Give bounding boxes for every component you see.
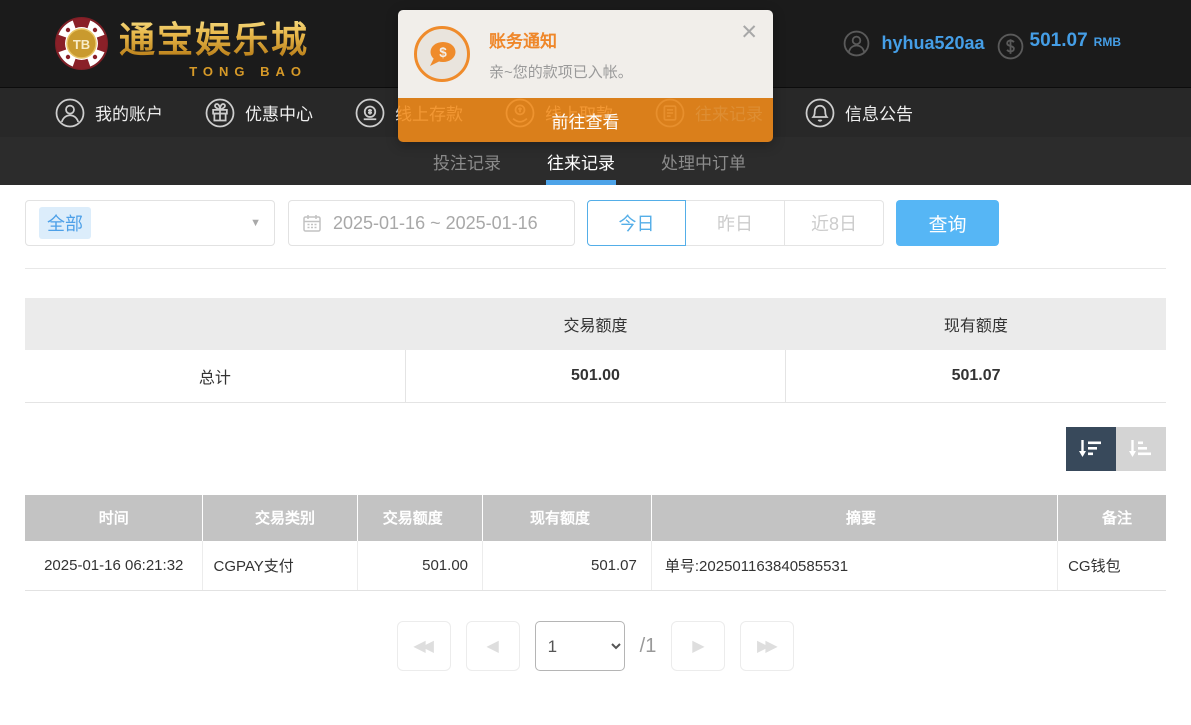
col-header-memo: 摘要 <box>651 495 1057 541</box>
record-tabs: 投注记录 往来记录 处理中订单 <box>0 137 1191 185</box>
summary-header-empty <box>25 298 405 350</box>
bell-icon <box>805 98 835 128</box>
next-page-button[interactable]: ▶ <box>671 621 725 671</box>
prev-page-button[interactable]: ◀ <box>466 621 520 671</box>
site-logo[interactable]: TB 通宝娱乐城 TONG BAO <box>54 11 309 77</box>
col-header-note: 备注 <box>1058 495 1166 541</box>
balance-value: 501.07 <box>1030 30 1088 52</box>
logo-text: 通宝娱乐城 TONG BAO <box>119 11 309 77</box>
page-total-label: /1 <box>640 635 657 658</box>
summary-trade-amount: 501.00 <box>405 350 785 402</box>
cell-memo: 单号:202501163840585531 <box>651 541 1057 591</box>
sort-controls <box>25 427 1166 471</box>
summary-total-row: 总计 501.00 501.07 <box>25 350 1166 402</box>
summary-header-row: 交易额度 现有额度 <box>25 298 1166 350</box>
col-header-amount: 交易额度 <box>357 495 483 541</box>
close-icon[interactable]: ✕ <box>740 22 758 43</box>
query-button[interactable]: 查询 <box>896 200 999 246</box>
table-row: 2025-01-16 06:21:32 CGPAY支付 501.00 501.0… <box>25 541 1166 591</box>
cell-note: CG钱包 <box>1058 541 1166 591</box>
money-message-icon: $ <box>414 26 470 82</box>
col-header-time: 时间 <box>25 495 203 541</box>
logo-title: 通宝娱乐城 <box>119 11 309 63</box>
cell-type: CGPAY支付 <box>203 541 357 591</box>
date-range-value: 2025-01-16 ~ 2025-01-16 <box>333 213 538 234</box>
deposit-icon <box>355 98 385 128</box>
nav-label: 优惠中心 <box>245 100 313 125</box>
notification-action-button[interactable]: 前往查看 <box>398 98 773 142</box>
nav-label: 我的账户 <box>95 100 163 125</box>
content-area: 全部 ▼ 2025-01-16 ~ 2025-01-16 今日 昨日 近8日 查… <box>0 200 1191 671</box>
last-page-button[interactable]: ▶▶ <box>740 621 794 671</box>
chevron-down-icon: ▼ <box>250 217 261 229</box>
notification-popup: $ 账务通知 亲~您的款项已入帐。 ✕ 前往查看 <box>398 10 773 142</box>
dollar-bubble-icon: $ <box>426 39 458 69</box>
date-range-input[interactable]: 2025-01-16 ~ 2025-01-16 <box>288 200 575 246</box>
logo-subtitle: TONG BAO <box>189 64 307 79</box>
notification-title: 账务通知 <box>489 27 633 52</box>
user-icon <box>843 30 870 57</box>
filter-row: 全部 ▼ 2025-01-16 ~ 2025-01-16 今日 昨日 近8日 查… <box>25 200 1166 246</box>
poker-chip-icon: TB <box>54 16 109 71</box>
cell-amount: 501.00 <box>357 541 483 591</box>
summary-current-amount: 501.07 <box>786 350 1166 402</box>
page: TB 通宝娱乐城 TONG BAO hyhua520aa 501.07 <box>0 0 1191 725</box>
balance-area[interactable]: 501.07 RMB <box>997 30 1121 57</box>
quick-date-group: 今日 昨日 近8日 <box>587 200 884 246</box>
gift-icon <box>205 98 235 128</box>
user-account[interactable]: hyhua520aa <box>843 30 984 57</box>
cell-balance: 501.07 <box>483 541 652 591</box>
pagination: ◀◀ ◀ 1 /1 ▶ ▶▶ <box>25 621 1166 671</box>
tab-pending-orders[interactable]: 处理中订单 <box>660 137 747 185</box>
notification-text: 账务通知 亲~您的款项已入帐。 <box>489 27 633 82</box>
type-select[interactable]: 全部 ▼ <box>25 200 275 246</box>
tab-bet-records[interactable]: 投注记录 <box>432 137 502 185</box>
summary-header-current: 现有额度 <box>786 298 1166 350</box>
first-page-button[interactable]: ◀◀ <box>397 621 451 671</box>
nav-item-promotions[interactable]: 优惠中心 <box>205 98 313 128</box>
col-header-type: 交易类别 <box>203 495 357 541</box>
summary-header-trade: 交易额度 <box>405 298 785 350</box>
user-area: hyhua520aa 501.07 RMB <box>843 30 1121 57</box>
summary-total-label: 总计 <box>25 350 405 402</box>
notification-message: 亲~您的款项已入帐。 <box>489 61 633 82</box>
user-icon <box>55 98 85 128</box>
records-header-row: 时间 交易类别 交易额度 现有额度 摘要 备注 <box>25 495 1166 541</box>
svg-text:$: $ <box>439 45 447 60</box>
tab-transaction-records[interactable]: 往来记录 <box>546 137 616 185</box>
sort-descending-button[interactable] <box>1066 427 1116 471</box>
sort-asc-icon <box>1128 437 1154 461</box>
type-select-value: 全部 <box>39 207 91 239</box>
sort-desc-icon <box>1078 437 1104 461</box>
svg-text:TB: TB <box>73 37 90 52</box>
calendar-icon <box>302 213 322 233</box>
sort-ascending-button[interactable] <box>1116 427 1166 471</box>
page-select[interactable]: 1 <box>535 621 625 671</box>
cell-time: 2025-01-16 06:21:32 <box>25 541 203 591</box>
quick-btn-today[interactable]: 今日 <box>587 200 686 246</box>
dollar-coin-icon <box>997 33 1024 60</box>
quick-btn-last8days[interactable]: 近8日 <box>785 200 884 246</box>
notification-body: $ 账务通知 亲~您的款项已入帐。 ✕ <box>398 10 773 98</box>
nav-item-announcements[interactable]: 信息公告 <box>805 98 913 128</box>
records-table: 时间 交易类别 交易额度 现有额度 摘要 备注 2025-01-16 06:21… <box>25 495 1166 592</box>
nav-label: 信息公告 <box>845 100 913 125</box>
nav-item-my-account[interactable]: 我的账户 <box>55 98 163 128</box>
username: hyhua520aa <box>881 33 984 54</box>
section-divider <box>25 268 1166 269</box>
summary-table: 交易额度 现有额度 总计 501.00 501.07 <box>25 298 1166 403</box>
quick-btn-yesterday[interactable]: 昨日 <box>686 200 785 246</box>
currency-label: RMB <box>1094 35 1121 49</box>
col-header-balance: 现有额度 <box>483 495 652 541</box>
